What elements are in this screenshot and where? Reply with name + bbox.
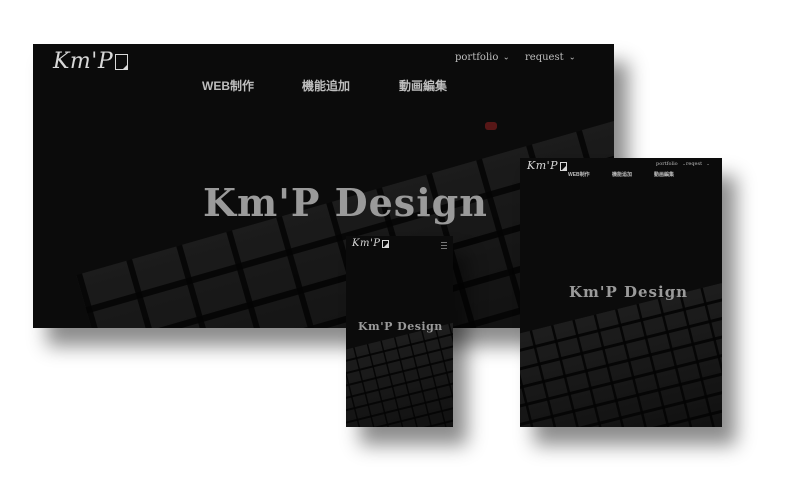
menu-feature[interactable]: 機能追加 xyxy=(612,171,632,178)
menu-web[interactable]: WEB制作 xyxy=(568,171,590,178)
hero-title: Km'P Design xyxy=(358,320,443,333)
tablet-preview: Km'P portfolio ⌄ reqest ⌄ WEB制作 機能追加 動画編集 … xyxy=(520,158,722,427)
logo-text: Km'P xyxy=(527,159,559,172)
chevron-down-icon: ⌄ xyxy=(682,161,686,167)
hamburger-icon[interactable] xyxy=(441,242,447,251)
nav-portfolio[interactable]: portfolio ⌄ xyxy=(455,52,511,63)
nav-request-label: reqest xyxy=(686,161,703,167)
nav-portfolio-label: portfolio xyxy=(455,52,499,63)
logo-text: Km'P xyxy=(352,238,381,249)
chevron-down-icon: ⌄ xyxy=(568,53,576,62)
hero-title: Km'P Design xyxy=(203,180,488,225)
menu-video[interactable]: 動画編集 xyxy=(399,77,447,94)
nav-portfolio-label: portfolio xyxy=(656,161,678,167)
mobile-preview: Km'P Km'P Design xyxy=(346,236,453,427)
brand-logo[interactable]: Km'P xyxy=(352,238,390,249)
nav-request[interactable]: request ⌄ xyxy=(525,52,576,63)
chevron-down-icon: ⌄ xyxy=(503,53,510,62)
nav-request-label: request xyxy=(525,52,564,63)
nav-request[interactable]: reqest ⌄ xyxy=(686,161,710,167)
menu-feature[interactable]: 機能追加 xyxy=(302,77,350,94)
brand-logo[interactable]: Km'P xyxy=(527,159,568,172)
chevron-down-icon: ⌄ xyxy=(706,161,710,167)
document-icon xyxy=(382,239,390,248)
menu-video[interactable]: 動画編集 xyxy=(654,171,674,178)
keyboard-background xyxy=(346,320,453,427)
hero-title: Km'P Design xyxy=(569,283,689,301)
menu-web[interactable]: WEB制作 xyxy=(202,77,254,94)
red-accent xyxy=(485,122,497,130)
nav-portfolio[interactable]: portfolio ⌄ xyxy=(656,161,686,167)
document-icon xyxy=(560,161,568,171)
document-icon xyxy=(115,54,129,70)
logo-text: Km'P xyxy=(53,49,114,74)
brand-logo[interactable]: Km'P xyxy=(53,49,129,74)
